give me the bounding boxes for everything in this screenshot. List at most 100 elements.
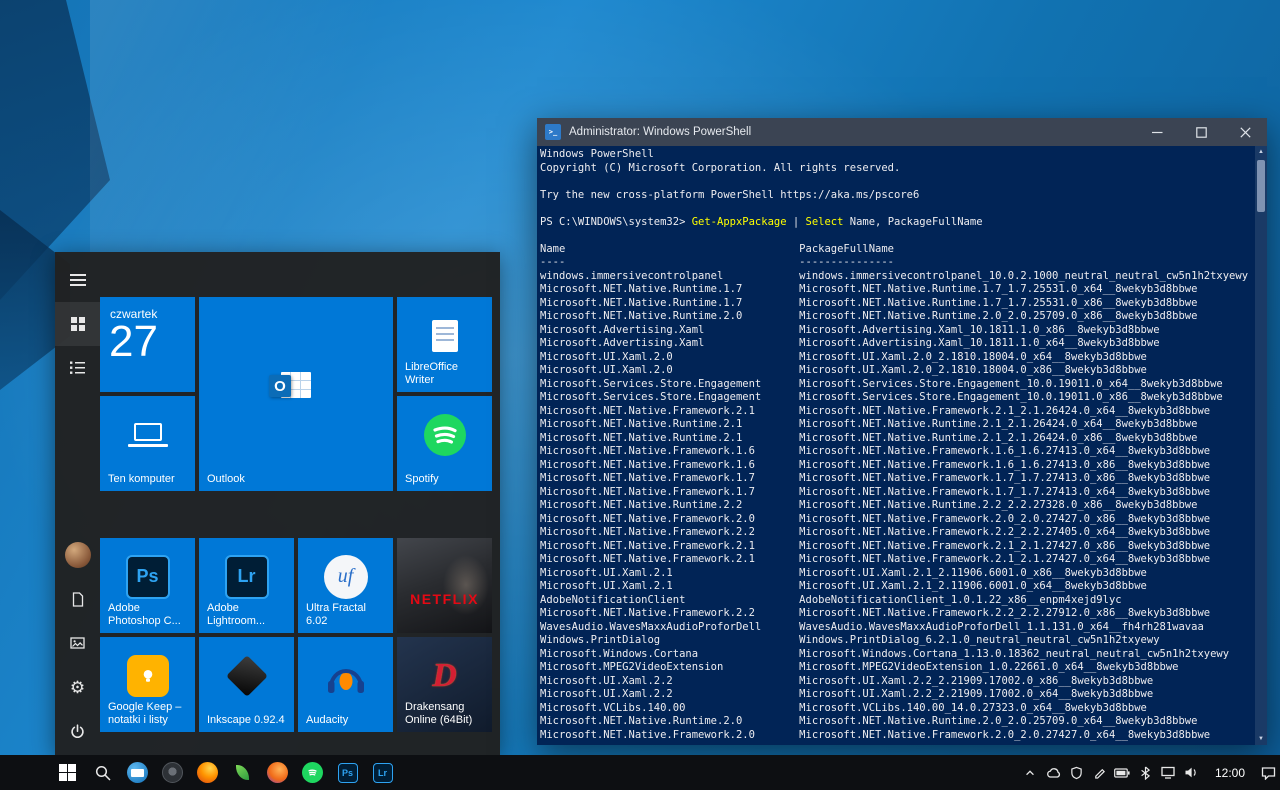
firefox-developer-icon <box>267 762 288 783</box>
battery-button[interactable] <box>1111 755 1134 790</box>
minimize-button[interactable] <box>1135 118 1179 146</box>
tile-label: LibreOffice Writer <box>405 361 488 387</box>
user-account-button[interactable] <box>55 533 100 577</box>
search-button[interactable] <box>85 755 120 790</box>
windows-logo-icon <box>59 764 76 781</box>
powershell-icon: >_ <box>545 124 561 140</box>
tile-lightroom[interactable]: Lr Adobe Lightroom... <box>199 538 294 633</box>
window-title: Administrator: Windows PowerShell <box>569 126 1135 138</box>
start-tiles-area: czwartek 27 O Outlook LibreOffice Writer… <box>100 252 500 755</box>
pen-settings-button[interactable] <box>1088 755 1111 790</box>
spotify-icon <box>302 762 323 783</box>
all-apps-icon <box>70 361 85 375</box>
taskbar-apps: Ps Lr <box>0 755 400 790</box>
console-line: windows.immersivecontrolpanel windows.im… <box>540 270 1253 284</box>
console-line: Microsoft.NET.Native.Framework.2.1 Micro… <box>540 540 1253 554</box>
powershell-console[interactable]: Windows PowerShellCopyright (C) Microsof… <box>537 146 1267 745</box>
console-line: Microsoft.MPEG2VideoExtension Microsoft.… <box>540 661 1253 675</box>
pictures-button[interactable] <box>55 621 100 665</box>
search-icon <box>95 765 111 781</box>
tile-ten-komputer[interactable]: Ten komputer <box>100 396 195 491</box>
network-button[interactable] <box>1157 755 1180 790</box>
console-line: Microsoft.NET.Native.Framework.2.0 Micro… <box>540 729 1253 743</box>
console-line: Microsoft.UI.Xaml.2.0 Microsoft.UI.Xaml.… <box>540 351 1253 365</box>
console-line: Microsoft.Services.Store.Engagement Micr… <box>540 391 1253 405</box>
taskbar-leaf-app-button[interactable] <box>225 755 260 790</box>
console-output: Windows PowerShellCopyright (C) Microsof… <box>540 148 1253 745</box>
tile-ultra-fractal[interactable]: uf Ultra Fractal 6.02 <box>298 538 393 633</box>
action-center-button[interactable] <box>1257 755 1280 790</box>
tile-drakensang[interactable]: D Drakensang Online (64Bit) <box>397 637 492 732</box>
console-line: Name PackageFullName <box>540 243 1253 257</box>
tile-photoshop[interactable]: Ps Adobe Photoshop C... <box>100 538 195 633</box>
tile-google-keep[interactable]: Google Keep – notatki i listy <box>100 637 195 732</box>
security-button[interactable] <box>1065 755 1088 790</box>
console-line: Microsoft.NET.Native.Runtime.1.7 Microso… <box>540 283 1253 297</box>
console-line: Microsoft.NET.Native.Runtime.2.0 Microso… <box>540 715 1253 729</box>
taskbar-firefox-developer-button[interactable] <box>260 755 295 790</box>
tile-calendar[interactable]: czwartek 27 <box>100 297 195 392</box>
maximize-button[interactable] <box>1179 118 1223 146</box>
taskbar: Ps Lr 12:00 <box>0 755 1280 790</box>
cloud-icon <box>1046 766 1061 780</box>
tile-label: Inkscape 0.92.4 <box>207 714 290 727</box>
console-line: Microsoft.VCLibs.140.00 Microsoft.VCLibs… <box>540 702 1253 716</box>
console-line <box>540 202 1253 216</box>
powershell-titlebar[interactable]: >_ Administrator: Windows PowerShell <box>537 118 1267 146</box>
taskbar-clock[interactable]: 12:00 <box>1203 766 1257 780</box>
tile-label: Adobe Lightroom... <box>207 602 290 628</box>
firefox-icon <box>197 762 218 783</box>
hidden-icons-button[interactable] <box>1019 755 1042 790</box>
tile-spotify[interactable]: Spotify <box>397 396 492 491</box>
console-line: Microsoft.NET.Native.Framework.2.0 Micro… <box>540 513 1253 527</box>
tile-label: Spotify <box>405 473 488 486</box>
console-line: Microsoft.NET.Native.Framework.2.1 Micro… <box>540 553 1253 567</box>
console-line: ---- --------------- <box>540 256 1253 270</box>
bluetooth-button[interactable] <box>1134 755 1157 790</box>
hamburger-icon <box>70 274 86 286</box>
console-line: Microsoft.NET.Native.Framework.1.6 Micro… <box>540 459 1253 473</box>
tile-audacity[interactable]: Audacity <box>298 637 393 732</box>
taskbar-firefox-button[interactable] <box>190 755 225 790</box>
scroll-up-arrow[interactable]: ▲ <box>1255 146 1267 158</box>
tile-inkscape[interactable]: Inkscape 0.92.4 <box>199 637 294 732</box>
close-button[interactable] <box>1223 118 1267 146</box>
console-line: PS C:\WINDOWS\system32> Get-AppxPackage … <box>540 216 1253 230</box>
pinned-tiles-icon <box>71 317 77 323</box>
console-line: Microsoft.NET.Native.Framework.2.2 Micro… <box>540 526 1253 540</box>
action-center-icon <box>1261 766 1276 780</box>
vertical-scrollbar[interactable]: ▲ ▼ <box>1255 146 1267 745</box>
tile-label: Adobe Photoshop C... <box>108 602 191 628</box>
network-icon <box>1161 766 1175 779</box>
taskbar-photoshop-button[interactable]: Ps <box>330 755 365 790</box>
battery-icon <box>1114 768 1130 778</box>
scroll-down-arrow[interactable]: ▼ <box>1255 733 1267 745</box>
lightroom-icon: Lr <box>373 763 393 783</box>
tile-netflix[interactable]: NETFLIX <box>397 538 492 633</box>
pinned-tiles-button[interactable] <box>55 302 100 346</box>
settings-gear-icon: ⚙ <box>70 679 85 696</box>
console-line: Microsoft.NET.Native.Framework.2.1 Micro… <box>540 405 1253 419</box>
laptop-icon <box>100 396 195 473</box>
power-button[interactable] <box>55 709 100 753</box>
start-menu: ⚙ czwartek 27 O Outlook Libre <box>55 252 500 755</box>
wallpaper-light-beam <box>90 0 510 260</box>
settings-button[interactable]: ⚙ <box>55 665 100 709</box>
scrollbar-thumb[interactable] <box>1257 160 1265 212</box>
tile-outlook[interactable]: O Outlook <box>199 297 393 491</box>
outlook-icon: O <box>199 297 393 473</box>
taskbar-mail-button[interactable] <box>120 755 155 790</box>
taskbar-lightroom-button[interactable]: Lr <box>365 755 400 790</box>
taskbar-camera-button[interactable] <box>155 755 190 790</box>
hamburger-menu-button[interactable] <box>55 258 100 302</box>
documents-button[interactable] <box>55 577 100 621</box>
console-line: Microsoft.NET.Native.Framework.1.6 Micro… <box>540 445 1253 459</box>
start-button[interactable] <box>50 755 85 790</box>
onedrive-button[interactable] <box>1042 755 1065 790</box>
volume-button[interactable] <box>1180 755 1203 790</box>
all-apps-button[interactable] <box>55 346 100 390</box>
taskbar-spotify-button[interactable] <box>295 755 330 790</box>
console-line: Microsoft.UI.Xaml.2.2 Microsoft.UI.Xaml.… <box>540 688 1253 702</box>
tile-libreoffice-writer[interactable]: LibreOffice Writer <box>397 297 492 392</box>
console-line: Microsoft.NET.Native.Runtime.2.2 Microso… <box>540 499 1253 513</box>
